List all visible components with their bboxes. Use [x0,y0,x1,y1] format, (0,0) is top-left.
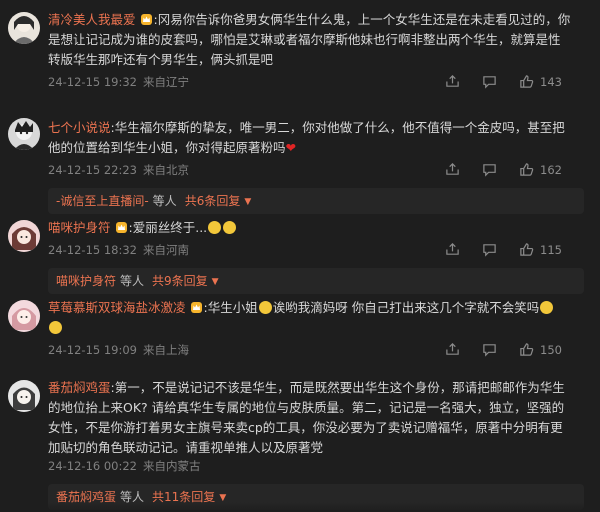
comment-text: :第一，不是说记记不该是华生，而是既然要出华生这个身份，那请把邮邮作为华生的地位… [48,380,565,455]
like-count: 115 [540,242,562,257]
bottom-fade [0,502,600,512]
comment-icon[interactable] [482,74,497,89]
comment-meta: 24-12-15 19:09 来自上海 150 [48,342,592,362]
comment-location: 来自北京 [143,163,189,177]
reply-summary[interactable]: 喵咪护身符 等人 共9条回复 ▼ [48,268,584,294]
username[interactable]: 草莓慕斯双球海盐冰激凌 [48,300,186,315]
comment-icon[interactable] [482,242,497,257]
like-icon [520,75,534,88]
emoji-icon [540,301,554,314]
like-icon [520,343,534,356]
share-icon[interactable] [445,162,460,177]
avatar[interactable] [8,12,40,44]
comment-icon[interactable] [482,162,497,177]
like-count: 162 [540,162,562,177]
comment-meta: 24-12-15 22:23 来自北京 162 [48,162,592,182]
reply-user[interactable]: -诚信至上直播间- [56,194,149,208]
avatar[interactable] [8,380,40,412]
comment-date: 24-12-15 18:32 [48,243,137,257]
reply-mid: 等人 [152,194,177,208]
comment-location: 来自河南 [143,243,189,257]
comment-date: 24-12-15 19:09 [48,343,137,357]
like-count: 143 [540,74,562,89]
comment-meta: 24-12-15 18:32 来自河南 115 [48,242,592,262]
comment-location: 来自内蒙古 [143,459,201,473]
like-button[interactable]: 150 [519,342,562,357]
comment-text: :华生福尔摩斯的挚友，唯一男二，你对他做了什么，他不值得一个金皮吗，甚至把他的位… [48,120,565,155]
share-icon[interactable] [445,242,460,257]
avatar[interactable] [8,220,40,252]
emoji-icon [223,221,237,234]
like-icon [520,163,534,176]
like-button[interactable]: 162 [519,162,562,177]
comment-text: :华生小姐 [203,300,258,315]
like-icon [520,243,534,256]
username[interactable]: 清冷美人我最爱 [48,12,136,27]
comment-date: 24-12-15 22:23 [48,163,137,177]
comment-item: 番茄焖鸡蛋:第一，不是说记记不该是华生，而是既然要出华生这个身份，那请把邮邮作为… [0,378,600,510]
avatar[interactable] [8,300,40,332]
username[interactable]: 番茄焖鸡蛋 [48,380,111,395]
like-button[interactable]: 115 [519,242,562,257]
comment-meta: 24-12-15 19:32 来自辽宁 143 [48,74,592,94]
comment-date: 24-12-15 19:32 [48,75,137,89]
crown-badge-icon [115,220,128,233]
reply-mid: 等人 [120,274,145,288]
comment-item: 喵咪护身符 :爱丽丝终于... 24-12-15 18:32 来自河南 115 喵咪… [0,218,600,294]
crown-badge-icon [140,12,153,25]
comment-item: 七个小说说:华生福尔摩斯的挚友，唯一男二，你对他做了什么，他不值得一个金皮吗，甚… [0,118,600,214]
username[interactable]: 七个小说说 [48,120,111,135]
share-icon[interactable] [445,74,460,89]
comment-item: 清冷美人我最爱:冈易你告诉你爸男女俩华生什么鬼，上一个女华生还是在未走看见过的，… [0,10,600,94]
comment-text: :爱丽丝终于... [128,220,208,235]
like-button[interactable]: 143 [519,74,562,89]
chevron-down-icon: ▼ [244,197,252,207]
comment-list: 清冷美人我最爱:冈易你告诉你爸男女俩华生什么鬼，上一个女华生还是在未走看见过的，… [0,0,600,512]
chevron-down-icon: ▼ [211,277,219,287]
emoji-icon [49,321,62,334]
comment-location: 来自辽宁 [143,75,189,89]
share-icon[interactable] [445,342,460,357]
comment-meta: 24-12-16 00:22 来自内蒙古 [48,458,592,478]
reply-count[interactable]: 共6条回复 [185,194,241,208]
reply-summary[interactable]: -诚信至上直播间- 等人 共6条回复 ▼ [48,188,584,214]
like-count: 150 [540,342,562,357]
reply-user[interactable]: 喵咪护身符 [56,274,116,288]
comment-item: 草莓慕斯双球海盐冰激凌 :华生小姐 诶哟我滴妈呀 你自己打出来这几个字就不会笑吗 2… [0,298,600,362]
comment-icon[interactable] [482,342,497,357]
comment-date: 24-12-16 00:22 [48,459,137,473]
emoji-icon [208,221,222,234]
username[interactable]: 喵咪护身符 [48,220,111,235]
crown-badge-icon [190,300,203,313]
avatar[interactable] [8,118,40,150]
reply-count[interactable]: 共9条回复 [152,274,208,288]
emoji-icon [258,301,272,314]
heart-emoji-icon: ❤ [285,140,296,155]
comment-text: 诶哟我滴妈呀 你自己打出来这几个字就不会笑吗 [272,300,540,315]
comment-location: 来自上海 [143,343,189,357]
